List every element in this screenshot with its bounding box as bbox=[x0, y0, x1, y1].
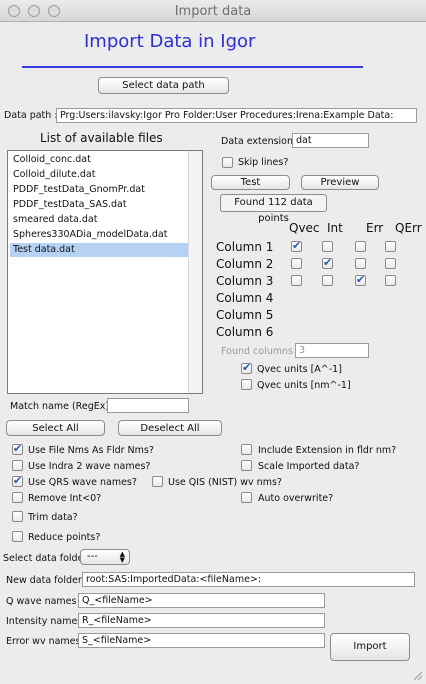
error-wv-names-label: Error wv names bbox=[6, 636, 81, 647]
list-item[interactable]: Spheres330ADia_modelData.dat bbox=[10, 228, 190, 242]
resize-grip-icon[interactable] bbox=[412, 670, 422, 680]
data-extension-label: Data extension: bbox=[221, 136, 297, 147]
qvec-units-nm-label: Qvec units [nm^-1] bbox=[257, 380, 351, 391]
int-column-header: Int bbox=[327, 221, 343, 235]
scale-imported-label: Scale Imported data? bbox=[258, 461, 360, 472]
column-1-qvec-checkbox[interactable]: ✔ bbox=[291, 240, 302, 252]
use-qrs-label: Use QRS wave names? bbox=[28, 477, 137, 488]
match-name-label: Match name (RegEx): bbox=[10, 401, 113, 412]
found-points-display: Found 112 data points bbox=[220, 194, 327, 224]
file-list[interactable]: Colloid_conc.dat Colloid_dilute.dat PDDF… bbox=[7, 150, 203, 394]
trim-data-checkbox[interactable] bbox=[12, 511, 23, 522]
column-2-label: Column 2 bbox=[216, 257, 274, 271]
list-item[interactable]: Colloid_dilute.dat bbox=[10, 168, 190, 182]
reduce-points-checkbox[interactable] bbox=[12, 531, 23, 542]
use-qis-checkbox[interactable] bbox=[152, 476, 163, 487]
found-columns-label: Found columns : bbox=[221, 346, 300, 357]
data-path-field[interactable]: Prg:Users:ilavsky:Igor Pro Folder:User P… bbox=[56, 108, 417, 123]
use-indra2-label: Use Indra 2 wave names? bbox=[28, 461, 151, 472]
q-wave-names-field[interactable]: Q_<fileName> bbox=[78, 593, 325, 608]
window-title: Import data bbox=[174, 4, 252, 19]
q-wave-names-label: Q wave names bbox=[6, 596, 77, 607]
list-item-selected[interactable]: Test data.dat bbox=[10, 243, 190, 257]
auto-overwrite-label: Auto overwrite? bbox=[258, 493, 334, 504]
include-extension-checkbox[interactable] bbox=[241, 444, 252, 455]
select-all-button[interactable]: Select All bbox=[6, 420, 105, 436]
list-item[interactable]: smeared data.dat bbox=[10, 213, 190, 227]
include-extension-label: Include Extension in fldr nm? bbox=[258, 445, 397, 456]
qvec-units-nm-checkbox[interactable] bbox=[241, 379, 252, 390]
preview-button[interactable]: Preview bbox=[301, 175, 379, 190]
intensity-names-label: Intensity names bbox=[6, 616, 83, 627]
chevron-up-down-icon: ▲ ▼ bbox=[119, 550, 125, 564]
qvec-units-angstrom-checkbox[interactable]: ✔ bbox=[241, 362, 252, 374]
reduce-points-label: Reduce points? bbox=[28, 532, 101, 543]
data-path-label: Data path : bbox=[4, 110, 58, 121]
column-3-label: Column 3 bbox=[216, 274, 274, 288]
heading-divider bbox=[22, 66, 363, 68]
column-3-qvec-checkbox[interactable] bbox=[291, 275, 302, 286]
auto-overwrite-checkbox[interactable] bbox=[241, 492, 252, 503]
list-item[interactable]: PDDF_testData_SAS.dat bbox=[10, 198, 190, 212]
qvec-column-header: Qvec bbox=[289, 221, 320, 235]
test-button[interactable]: Test bbox=[211, 175, 290, 190]
page-title: Import Data in Igor bbox=[84, 31, 256, 52]
qvec-units-angstrom-label: Qvec units [A^-1] bbox=[257, 364, 342, 375]
use-file-names-label: Use File Nms As Fldr Nms? bbox=[28, 445, 154, 456]
column-6-label: Column 6 bbox=[216, 325, 274, 339]
list-item[interactable]: PDDF_testData_GnomPr.dat bbox=[10, 183, 190, 197]
column-1-label: Column 1 bbox=[216, 240, 274, 254]
match-name-field[interactable] bbox=[107, 398, 189, 413]
column-2-err-checkbox[interactable] bbox=[355, 258, 366, 269]
file-list-scrollbar[interactable] bbox=[188, 151, 202, 393]
error-wv-names-field[interactable]: S_<fileName> bbox=[78, 633, 325, 648]
column-3-err-checkbox[interactable]: ✔ bbox=[355, 274, 366, 286]
list-item[interactable]: Colloid_conc.dat bbox=[10, 153, 190, 167]
column-2-qvec-checkbox[interactable] bbox=[291, 258, 302, 269]
trim-data-label: Trim data? bbox=[28, 512, 78, 523]
select-data-folder-value: --- bbox=[87, 551, 98, 562]
found-columns-field: 3 bbox=[295, 343, 369, 358]
column-3-int-checkbox[interactable] bbox=[322, 275, 333, 286]
use-qrs-checkbox[interactable]: ✔ bbox=[12, 475, 23, 487]
column-4-label: Column 4 bbox=[216, 291, 274, 305]
column-1-int-checkbox[interactable] bbox=[322, 241, 333, 252]
use-qis-label: Use QIS (NIST) wv nms? bbox=[168, 477, 282, 488]
select-data-folder-popup[interactable]: --- ▲ ▼ bbox=[80, 549, 130, 565]
file-list-title: List of available files bbox=[40, 131, 163, 145]
new-data-folder-field[interactable]: root:SAS:ImportedData:<fileName>: bbox=[82, 572, 415, 587]
select-data-path-button[interactable]: Select data path bbox=[98, 77, 229, 94]
select-data-folder-label: Select data folder bbox=[3, 553, 88, 564]
new-data-folder-label: New data folder: bbox=[6, 575, 85, 586]
column-1-err-checkbox[interactable] bbox=[355, 241, 366, 252]
deselect-all-button[interactable]: Deselect All bbox=[118, 420, 222, 436]
use-indra2-checkbox[interactable] bbox=[12, 460, 23, 471]
column-2-qerr-checkbox[interactable] bbox=[385, 258, 396, 269]
err-column-header: Err bbox=[366, 221, 384, 235]
qerr-column-header: QErr bbox=[395, 221, 422, 235]
import-button[interactable]: Import bbox=[330, 633, 410, 661]
skip-lines-checkbox[interactable] bbox=[222, 157, 233, 168]
column-3-qerr-checkbox[interactable] bbox=[385, 275, 396, 286]
column-1-qerr-checkbox[interactable] bbox=[385, 241, 396, 252]
column-5-label: Column 5 bbox=[216, 308, 274, 322]
column-2-int-checkbox[interactable]: ✔ bbox=[322, 257, 333, 269]
data-extension-field[interactable]: dat bbox=[292, 133, 369, 148]
scale-imported-checkbox[interactable] bbox=[241, 460, 252, 471]
intensity-names-field[interactable]: R_<fileName> bbox=[78, 613, 325, 628]
use-file-names-checkbox[interactable]: ✔ bbox=[12, 443, 23, 455]
skip-lines-label: Skip lines? bbox=[238, 157, 289, 168]
remove-negative-int-label: Remove Int<0? bbox=[28, 493, 102, 504]
remove-negative-int-checkbox[interactable] bbox=[12, 492, 23, 503]
